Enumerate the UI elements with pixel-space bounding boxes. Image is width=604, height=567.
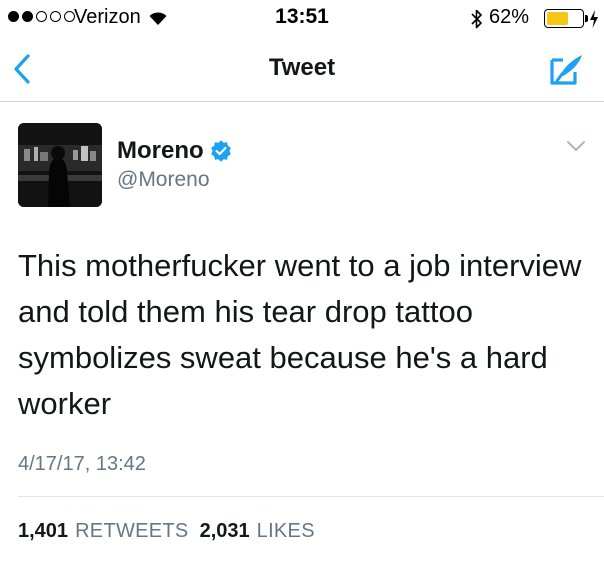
navigation-bar: Tweet bbox=[0, 36, 604, 102]
like-label: LIKES bbox=[256, 520, 315, 542]
battery-icon bbox=[544, 9, 584, 28]
avatar-photo bbox=[18, 123, 102, 207]
author-display-name[interactable]: Moreno bbox=[117, 137, 204, 165]
bluetooth-icon bbox=[471, 9, 482, 29]
likes-stat[interactable]: 2,031 LIKES bbox=[200, 520, 315, 543]
tweet-text: This motherfucker went to a job intervie… bbox=[18, 248, 582, 421]
retweet-label: RETWEETS bbox=[75, 520, 189, 542]
chevron-down-icon[interactable] bbox=[565, 138, 587, 154]
avatar[interactable] bbox=[18, 123, 102, 207]
divider bbox=[18, 496, 604, 497]
like-count: 2,031 bbox=[199, 520, 250, 542]
tweet-timestamp: 4/17/17, 13:42 bbox=[18, 453, 146, 475]
retweets-stat[interactable]: 1,401 RETWEETS bbox=[18, 520, 189, 543]
author-name-row[interactable]: Moreno bbox=[117, 137, 232, 165]
status-bar: Verizon 13:51 62% bbox=[0, 0, 604, 36]
author-handle[interactable]: @Moreno bbox=[117, 168, 210, 192]
charging-bolt-icon bbox=[590, 10, 598, 28]
battery-level-fill bbox=[547, 12, 569, 25]
retweet-count: 1,401 bbox=[18, 520, 69, 542]
battery-percentage: 62% bbox=[489, 6, 530, 28]
compose-tweet-icon[interactable] bbox=[548, 52, 586, 88]
verified-badge-icon bbox=[210, 140, 231, 162]
engagement-stats: 1,401 RETWEETS 2,031 LIKES bbox=[18, 520, 326, 543]
page-title: Tweet bbox=[268, 54, 336, 81]
